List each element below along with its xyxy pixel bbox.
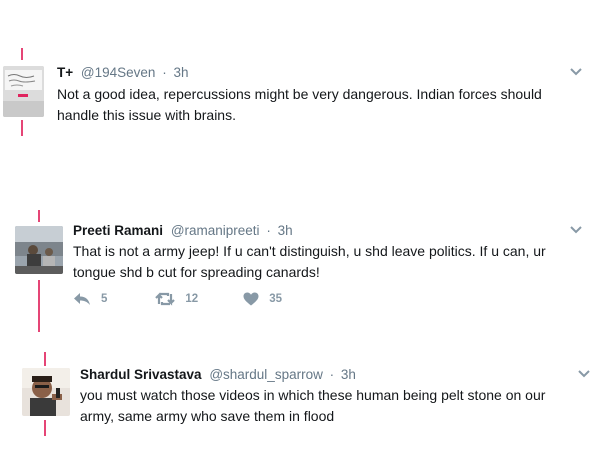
- timestamp[interactable]: 3h: [341, 367, 356, 382]
- thread-line: [44, 352, 46, 366]
- display-name[interactable]: Shardul Srivastava: [80, 367, 202, 382]
- tweet-header: Shardul Srivastava @shardul_sparrow · 3h: [80, 367, 356, 382]
- tweet-text-line: you must watch those videos in which the…: [80, 387, 546, 403]
- thread-line: [44, 420, 46, 436]
- separator: ·: [329, 367, 335, 382]
- tweet-3[interactable]: Shardul Srivastava @shardul_sparrow · 3h…: [0, 0, 600, 450]
- selfie-icon: [22, 368, 70, 416]
- chevron-down-icon[interactable]: [578, 370, 590, 378]
- username[interactable]: @shardul_sparrow: [209, 367, 323, 382]
- tweet-text-line: army, same army who save them in flood: [80, 408, 335, 424]
- avatar[interactable]: [22, 368, 70, 416]
- tweet-text: you must watch those videos in which the…: [80, 385, 595, 427]
